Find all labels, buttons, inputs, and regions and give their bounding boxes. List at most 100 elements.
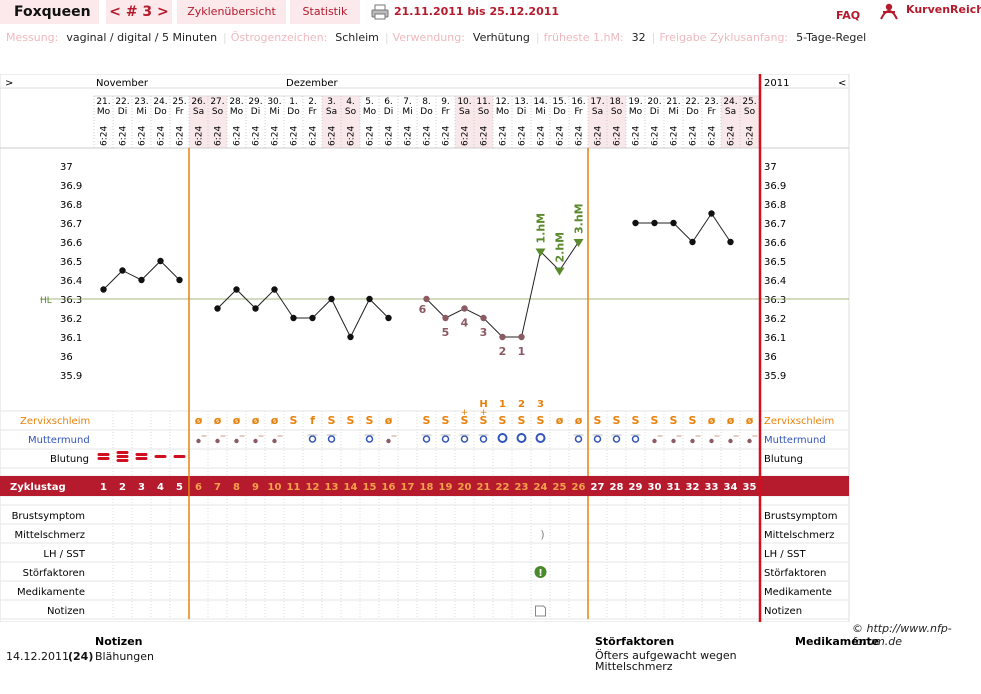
temperature-point-high[interactable] [573,239,584,247]
date-label: 12. [495,97,509,107]
bleeding-mark [97,453,110,456]
low-temp-count: 4 [461,317,469,330]
weekday-label: Fr [308,107,317,117]
temperature-point[interactable] [632,219,639,227]
date-label: 30. [267,97,281,107]
date-label: 25. [172,97,186,107]
cycle-navigator[interactable]: < # 3 > [106,0,172,24]
stoerfaktor-mark: ! [538,568,543,579]
weekday-label: Di [517,107,526,117]
temperature-point-low[interactable] [423,295,430,303]
temperature-point[interactable] [347,333,354,341]
cycle-date-range: 21.11.2011 bis 25.12.2011 [394,5,560,18]
temperature-point[interactable] [233,286,240,293]
cover-line-label: HL [40,296,52,306]
date-label: 21. [96,97,110,107]
temperature-point-low[interactable] [518,333,525,341]
date-label: 25. [742,97,756,107]
temperature-point[interactable] [689,238,696,246]
chart-nav-right[interactable]: < [838,78,846,89]
temperature-point-low[interactable] [442,314,449,322]
mucus-symbol: f [310,414,315,427]
tab-statistics[interactable]: Statistik [290,0,360,24]
separator: | [535,31,540,44]
mucus-label: Zervixschleim [20,416,90,427]
tab-cycle-overview[interactable]: Zyklenübersicht [177,0,286,24]
time-label: 6:24 [366,126,376,146]
cervix-symbol-closed [709,438,714,444]
temperature-point[interactable] [252,305,259,312]
setting-label: Messung: [6,31,59,44]
weekday-label: Mi [402,107,412,117]
mittelschmerz-icon: ) [540,528,544,541]
temperature-point-low[interactable] [499,333,506,341]
time-label: 6:24 [214,126,224,146]
y-tick-right: 36.3 [764,295,786,306]
cervix-symbol-high [535,433,546,443]
logo-text: KurvenReich [906,3,981,16]
temperature-point[interactable] [138,276,145,284]
cycle-day-number: 29 [629,482,643,493]
weekday-label: Sa [326,107,337,117]
separator: | [651,31,656,44]
y-tick-left: 36.9 [60,181,82,192]
time-label: 6:24 [689,126,699,146]
chart-nav-left[interactable]: > [5,78,13,89]
temperature-point[interactable] [157,257,164,265]
bleeding-mark [97,457,110,460]
cycle-day-number: 15 [363,482,377,493]
cycle-day-number: 1 [100,482,107,493]
weekday-label: Mi [269,107,279,117]
weekday-label: Do [287,107,300,117]
setting-value: Schleim [335,31,379,44]
temperature-point[interactable] [727,238,734,246]
weekday-label: So [212,107,224,117]
time-label: 6:24 [347,126,357,146]
bleeding-label-right: Blutung [764,454,803,465]
mucus-symbol: S [423,414,431,427]
y-tick-left: 36.5 [60,257,82,268]
cycle-day-number: 5 [176,482,183,493]
time-label: 6:24 [670,126,680,146]
temperature-point-low[interactable] [461,305,468,312]
cervix-symbol-closed [234,438,239,444]
temperature-point[interactable] [214,305,221,312]
temperature-point[interactable] [708,210,715,217]
cycle-day-label: Zyklustag [10,482,66,493]
time-label: 6:24 [556,126,566,146]
temperature-point-low[interactable] [480,314,487,322]
temperature-point[interactable] [119,267,126,274]
cycle-day-number: 8 [233,482,240,493]
cycle-settings-line: Messung: vaginal / digital / 5 Minuten | Ös… [6,31,872,44]
date-label: 23. [704,97,718,107]
cycle-day-number: 7 [214,482,221,493]
temperature-point[interactable] [385,314,392,322]
temperature-point[interactable] [309,314,316,322]
weekday-label: Sa [459,107,470,117]
print-icon[interactable] [371,4,389,20]
bleeding-mark [135,457,148,460]
time-label: 6:24 [271,126,281,146]
temperature-point[interactable] [271,286,278,293]
note-icon[interactable] [535,605,546,617]
temperature-point[interactable] [290,314,297,322]
weekday-label: Fr [441,107,450,117]
faq-link[interactable]: FAQ [836,9,860,22]
temperature-point[interactable] [366,295,373,303]
date-label: 24. [153,97,167,107]
mucus-symbol: S [480,414,488,427]
temperature-point[interactable] [328,295,335,303]
mucus-peak-label: 2 [518,399,525,410]
temperature-point[interactable] [651,219,658,227]
temperature-point[interactable] [100,286,107,293]
time-label: 6:24 [518,126,528,146]
mucus-symbol: S [594,414,602,427]
time-label: 6:24 [328,126,338,146]
temperature-point[interactable] [670,219,677,227]
temperature-point-high[interactable] [554,267,565,276]
cycle-day-number: 19 [439,482,453,493]
bleeding-mark [154,455,167,458]
temperature-point[interactable] [176,276,183,284]
cervix-symbol-open [479,435,488,443]
extra-row-label: Medikamente [17,587,85,598]
